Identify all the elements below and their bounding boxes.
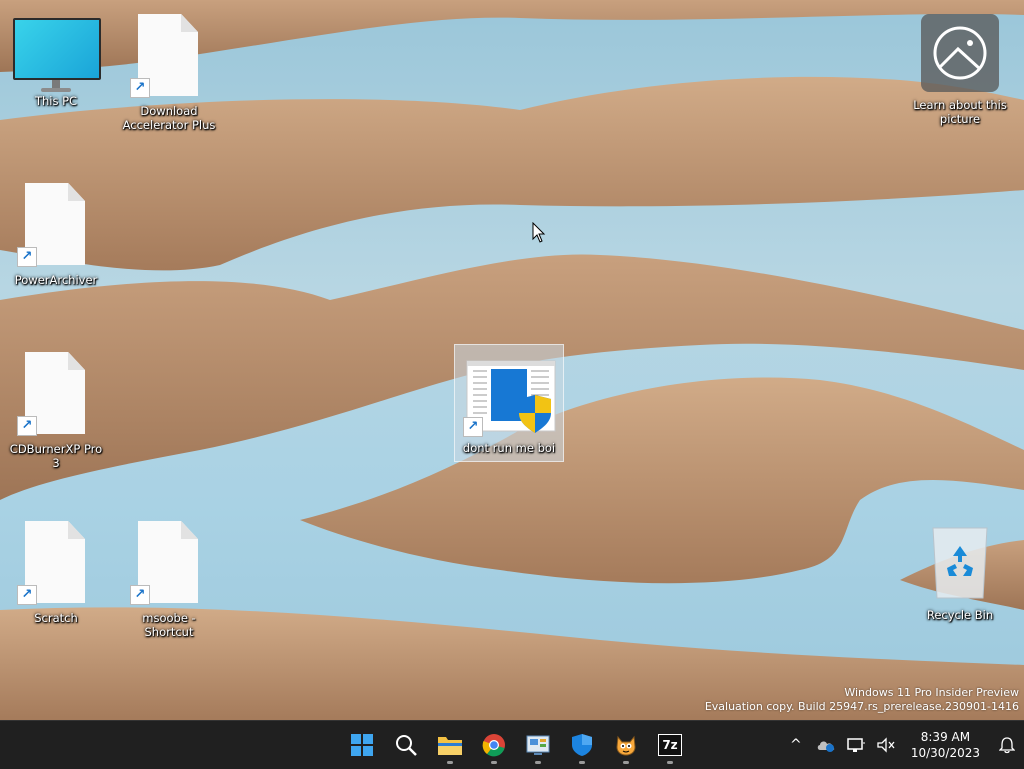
desktop-icon-this-pc[interactable]: This PC [6,18,106,108]
shortcut-arrow-icon: ↗ [130,585,150,605]
desktop-icon-cdburnerxp[interactable]: ↗ CDBurnerXP Pro 3 [6,352,106,470]
cloud-icon [817,741,835,752]
shortcut-arrow-icon: ↗ [463,417,483,437]
file-icon: ↗ [17,352,87,436]
desktop-icon-label: Recycle Bin [926,608,994,622]
windows-logo-icon [351,734,373,756]
watermark-line-1: Windows 11 Pro Insider Preview [844,686,1019,699]
desktop-icon-label: Scratch [34,611,78,625]
7zip-button[interactable]: 7z [648,721,692,769]
clock-time: 8:39 AM [920,730,971,744]
desktop-icon-scratch[interactable]: ↗ Scratch [6,521,106,625]
taskbar: 7z ^ 8:39 AM 10/30/2023 [0,720,1024,769]
shortcut-arrow-icon: ↗ [17,247,37,267]
monitor-icon [13,18,101,92]
desktop[interactable]: This PC ↗ Download Accelerator Plus ↗ Po… [0,0,1024,720]
network-tray-button[interactable] [841,721,871,769]
desktop-icon-label: msoobe - Shortcut [142,611,196,639]
desktop-icon-download-accelerator[interactable]: ↗ Download Accelerator Plus [119,14,219,132]
desktop-icon-label: CDBurnerXP Pro 3 [9,442,103,470]
control-panel-button[interactable] [516,721,560,769]
7zip-icon: 7z [658,734,682,756]
onedrive-tray-button[interactable] [811,721,841,769]
chevron-up-icon: ^ [789,737,802,753]
scratch-app-button[interactable] [604,721,648,769]
app-shield-icon: ↗ [461,359,557,439]
search-icon [396,735,417,756]
volume-tray-button[interactable] [871,721,901,769]
desktop-icon-learn-picture[interactable]: Learn about this picture [910,14,1010,126]
7zip-icon-label: 7z [662,738,678,752]
windows-security-button[interactable] [560,721,604,769]
taskbar-apps: 7z [340,721,692,769]
recycle-bin-icon [927,524,993,602]
shortcut-arrow-icon: ↗ [17,585,37,605]
desktop-icon-dont-run[interactable]: ↗ dont run me boi [454,344,564,462]
evaluation-watermark: Windows 11 Pro Insider Preview Evaluatio… [705,686,1019,714]
desktop-icon-label: Learn about this picture [913,98,1007,126]
shortcut-arrow-icon: ↗ [17,416,37,436]
file-icon: ↗ [130,14,200,98]
desktop-icon-msoobe[interactable]: ↗ msoobe - Shortcut [119,521,219,639]
chrome-icon [482,734,505,757]
control-panel-icon [526,735,550,755]
start-button[interactable] [340,721,384,769]
watermark-line-2: Evaluation copy. Build 25947.rs_prerelea… [704,700,1019,713]
file-explorer-button[interactable] [428,721,472,769]
clock[interactable]: 8:39 AM 10/30/2023 [901,729,990,761]
desktop-icon-power-archiver[interactable]: ↗ PowerArchiver [6,183,106,287]
desktop-icon-label: This PC [34,94,78,108]
desktop-icon-label: PowerArchiver [14,273,98,287]
desktop-icon-recycle-bin[interactable]: Recycle Bin [910,524,1010,622]
file-icon: ↗ [17,183,87,267]
file-icon: ↗ [130,521,200,605]
volume-muted-icon [877,737,895,753]
learn-about-picture-icon [921,14,999,92]
clock-date: 10/30/2023 [910,746,980,760]
folder-icon [438,737,462,755]
network-icon [847,738,865,752]
notifications-button[interactable] [990,721,1024,769]
bell-icon [999,737,1015,754]
file-icon: ↗ [17,521,87,605]
mouse-cursor-icon [532,222,546,243]
desktop-icon-label: Download Accelerator Plus [122,104,216,132]
scratch-cat-icon [616,735,636,756]
desktop-icon-label: dont run me boi [462,441,556,455]
chrome-button[interactable] [472,721,516,769]
shield-icon [572,734,592,756]
system-tray: ^ 8:39 AM 10/30/2023 [781,721,1024,769]
shortcut-arrow-icon: ↗ [130,78,150,98]
show-hidden-icons-button[interactable]: ^ [781,721,811,769]
search-button[interactable] [384,721,428,769]
